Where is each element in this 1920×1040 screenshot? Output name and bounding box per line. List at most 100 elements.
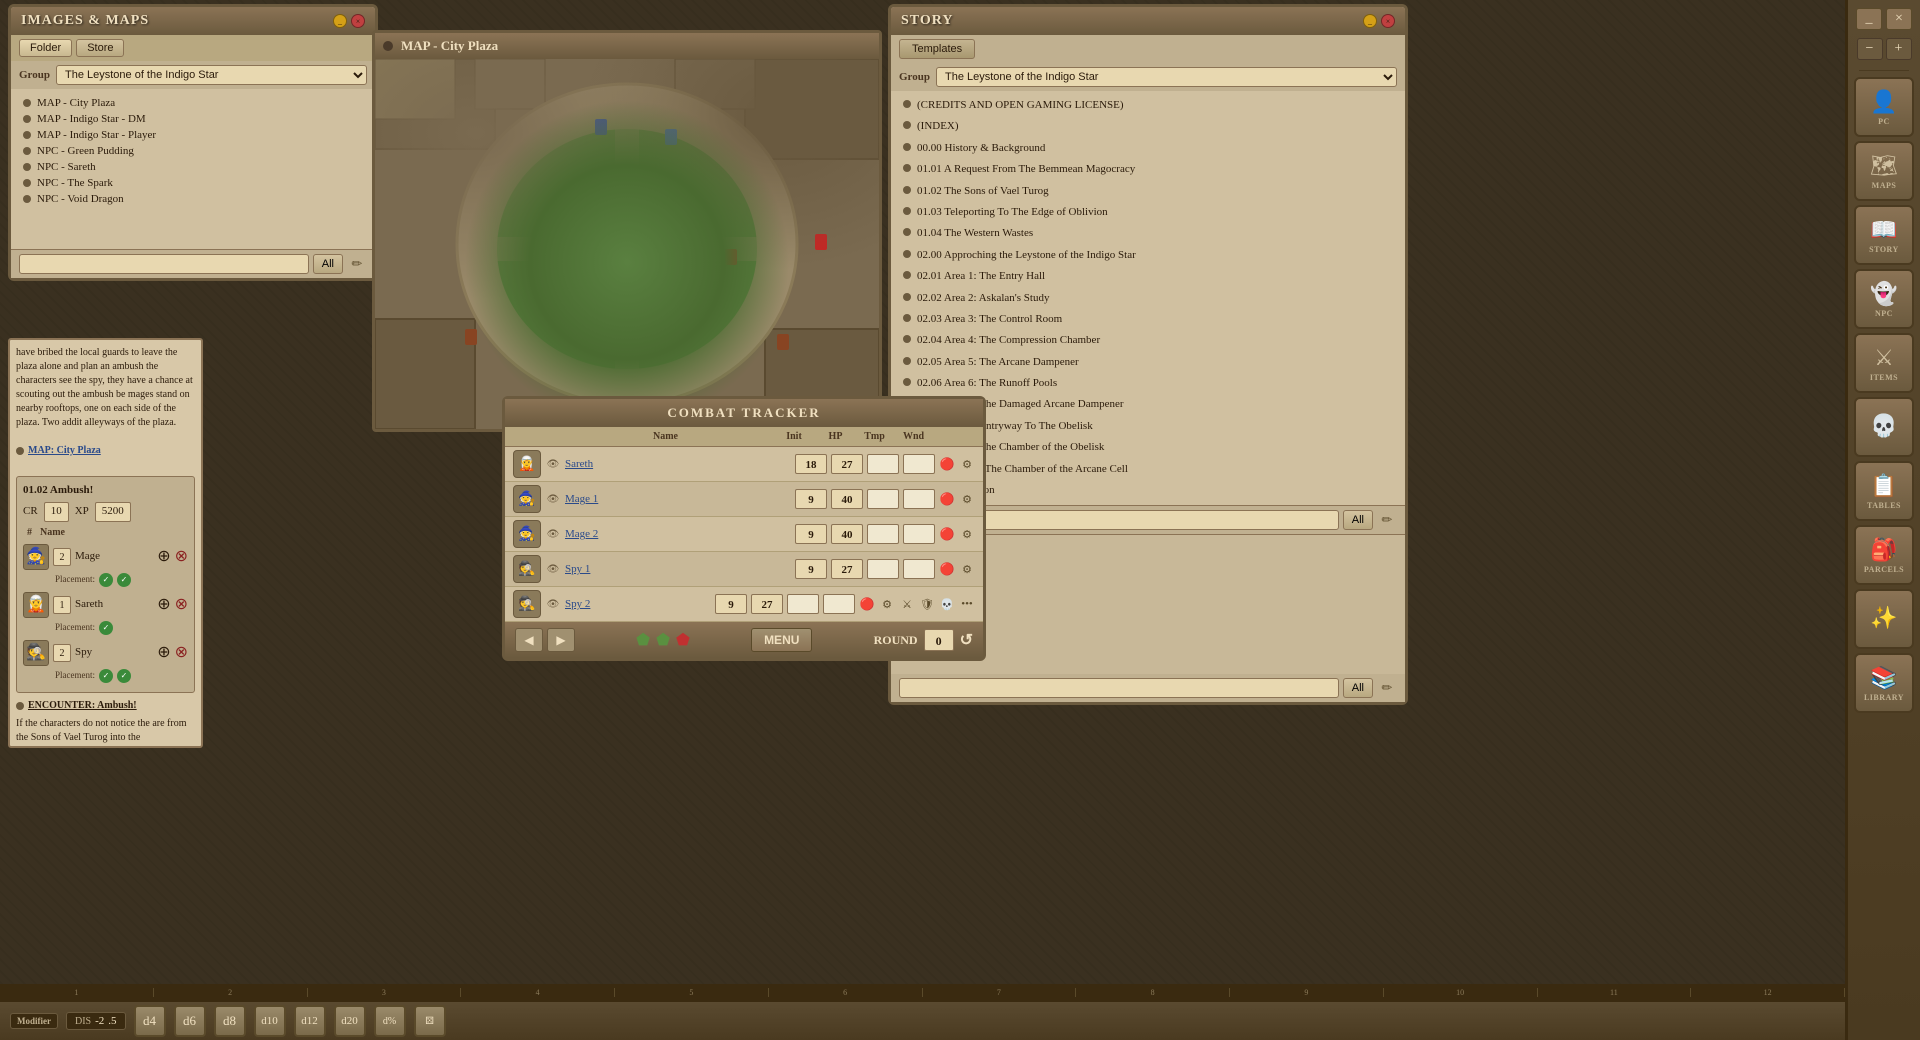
combatant-name[interactable]: Mage 1 [565,493,791,505]
close-button[interactable]: × [351,14,365,28]
prev-button[interactable]: ◀ [515,628,543,652]
spy-remove-icon[interactable]: ⊗ [175,642,188,664]
templates-button[interactable]: Templates [899,39,975,59]
list-item[interactable]: NPC - The Spark [19,175,367,191]
story-list-item[interactable]: (INDEX) [899,116,1397,137]
mage-remove-icon[interactable]: ⊗ [175,546,188,568]
tmp-input[interactable] [867,489,899,509]
sidebar-items-btn[interactable]: ⚔ ITEMS [1854,333,1914,393]
wnd-input[interactable] [823,594,855,614]
tmp-input[interactable] [867,524,899,544]
sidebar-close-btn[interactable]: × [1886,8,1912,30]
encounter-ref-link[interactable]: ENCOUNTER: Ambush! [28,699,137,713]
status-green2[interactable]: ⬟ [656,630,670,650]
minimize-button[interactable]: _ [333,14,347,28]
store-button[interactable]: Store [76,39,124,57]
eye-button[interactable]: 👁 [545,456,561,472]
eye-button[interactable]: 👁 [545,561,561,577]
list-item[interactable]: MAP - City Plaza [19,95,367,111]
folder-button[interactable]: Folder [19,39,72,57]
story-all-button[interactable]: All [1343,510,1373,530]
story-list-item[interactable]: (CREDITS AND OPEN GAMING LICENSE) [899,95,1397,116]
story-list-item[interactable]: 02.00 Approching the Leystone of the Ind… [899,245,1397,266]
story-list-item[interactable]: 02.04 Area 4: The Compression Chamber [899,330,1397,351]
combatant-name[interactable]: Spy 2 [565,598,711,610]
hp-red-icon[interactable]: 🔴 [859,596,875,612]
custom-dice-button[interactable]: ⚄ [414,1005,446,1037]
story-list-item[interactable]: 01.01 A Request From The Bemmean Magocra… [899,159,1397,180]
combatant-name[interactable]: Sareth [565,458,791,470]
tmp-input[interactable] [787,594,819,614]
d20-button[interactable]: d20 [334,1005,366,1037]
story-list-item[interactable]: 01.02 The Sons of Vael Turog [899,181,1397,202]
eye-button[interactable]: 👁 [545,491,561,507]
wnd-input[interactable] [903,454,935,474]
wnd-input[interactable] [903,559,935,579]
sareth-remove-icon[interactable]: ⊗ [175,594,188,616]
story-close-button[interactable]: × [1381,14,1395,28]
combatant-name[interactable]: Spy 1 [565,563,791,575]
map-image[interactable]: ⚙ [375,59,879,429]
sidebar-effects-btn[interactable]: ✨ [1854,589,1914,649]
next-button[interactable]: ▶ [547,628,575,652]
story-list-item[interactable]: 01.03 Teleporting To The Edge of Oblivio… [899,202,1397,223]
mage-add-icon[interactable]: ⊕ [157,546,170,568]
story-list-item[interactable]: 01.04 The Western Wastes [899,223,1397,244]
spy-add-icon[interactable]: ⊕ [157,642,170,664]
status-green1[interactable]: ⬟ [636,630,650,650]
d6-button[interactable]: d6 [174,1005,206,1037]
story-edit-icon[interactable]: ✏ [1377,510,1397,530]
story-group-select[interactable]: The Leystone of the Indigo Star [936,67,1397,87]
sidebar-encounters-btn[interactable]: 💀 [1854,397,1914,457]
sidebar-story-btn[interactable]: 📖 STORY [1854,205,1914,265]
d10-button[interactable]: d10 [254,1005,286,1037]
story-list-item[interactable]: 02.02 Area 2: Askalan's Study [899,288,1397,309]
sidebar-parcels-btn[interactable]: 🎒 PARCELS [1854,525,1914,585]
sidebar-library-btn[interactable]: 📚 LIBRARY [1854,653,1914,713]
hp-red-icon[interactable]: 🔴 [939,491,955,507]
menu-button[interactable]: MENU [751,628,812,652]
tmp-input[interactable] [867,454,899,474]
zoom-minus-btn[interactable]: − [1857,38,1883,60]
sidebar-maps-btn[interactable]: 🗺 MAPS [1854,141,1914,201]
sidebar-minimize-btn[interactable]: _ [1856,8,1882,30]
settings-icon[interactable]: ⚙ [879,596,895,612]
wnd-input[interactable] [903,524,935,544]
zoom-plus-btn[interactable]: + [1886,38,1912,60]
map-ref-link[interactable]: MAP: City Plaza [28,444,101,458]
more-icon[interactable]: ••• [959,596,975,612]
eye-button[interactable]: 👁 [545,596,561,612]
d4-button[interactable]: d4 [134,1005,166,1037]
sidebar-tables-btn[interactable]: 📋 TABLES [1854,461,1914,521]
group-select[interactable]: The Leystone of the Indigo Star [56,65,367,85]
hp-red-icon[interactable]: 🔴 [939,561,955,577]
list-item[interactable]: NPC - Sareth [19,159,367,175]
story-notes-all-btn[interactable]: All [1343,678,1373,698]
list-item[interactable]: MAP - Indigo Star - Player [19,127,367,143]
sidebar-pc-btn[interactable]: 👤 PC [1854,77,1914,137]
combatant-name[interactable]: Mage 2 [565,528,791,540]
d100-button[interactable]: d% [374,1005,406,1037]
eye-button[interactable]: 👁 [545,526,561,542]
story-notes-edit-icon[interactable]: ✏ [1377,678,1397,698]
story-notes-search[interactable] [899,678,1339,698]
tmp-input[interactable] [867,559,899,579]
search-input[interactable] [19,254,309,274]
sareth-add-icon[interactable]: ⊕ [157,594,170,616]
refresh-icon[interactable]: ↺ [960,630,973,650]
settings-icon[interactable]: ⚙ [959,491,975,507]
skull-icon[interactable]: 💀 [939,596,955,612]
d12-button[interactable]: d12 [294,1005,326,1037]
list-item[interactable]: MAP - Indigo Star - DM [19,111,367,127]
settings-icon[interactable]: ⚙ [959,456,975,472]
list-item[interactable]: NPC - Green Pudding [19,143,367,159]
story-minimize-button[interactable]: _ [1363,14,1377,28]
wnd-input[interactable] [903,489,935,509]
all-button[interactable]: All [313,254,343,274]
list-item[interactable]: NPC - Void Dragon [19,191,367,207]
d8-button[interactable]: d8 [214,1005,246,1037]
story-list-item[interactable]: 02.06 Area 6: The Runoff Pools [899,373,1397,394]
hp-red-icon[interactable]: 🔴 [939,456,955,472]
edit-icon[interactable]: ✏ [347,254,367,274]
settings-icon[interactable]: ⚙ [959,561,975,577]
